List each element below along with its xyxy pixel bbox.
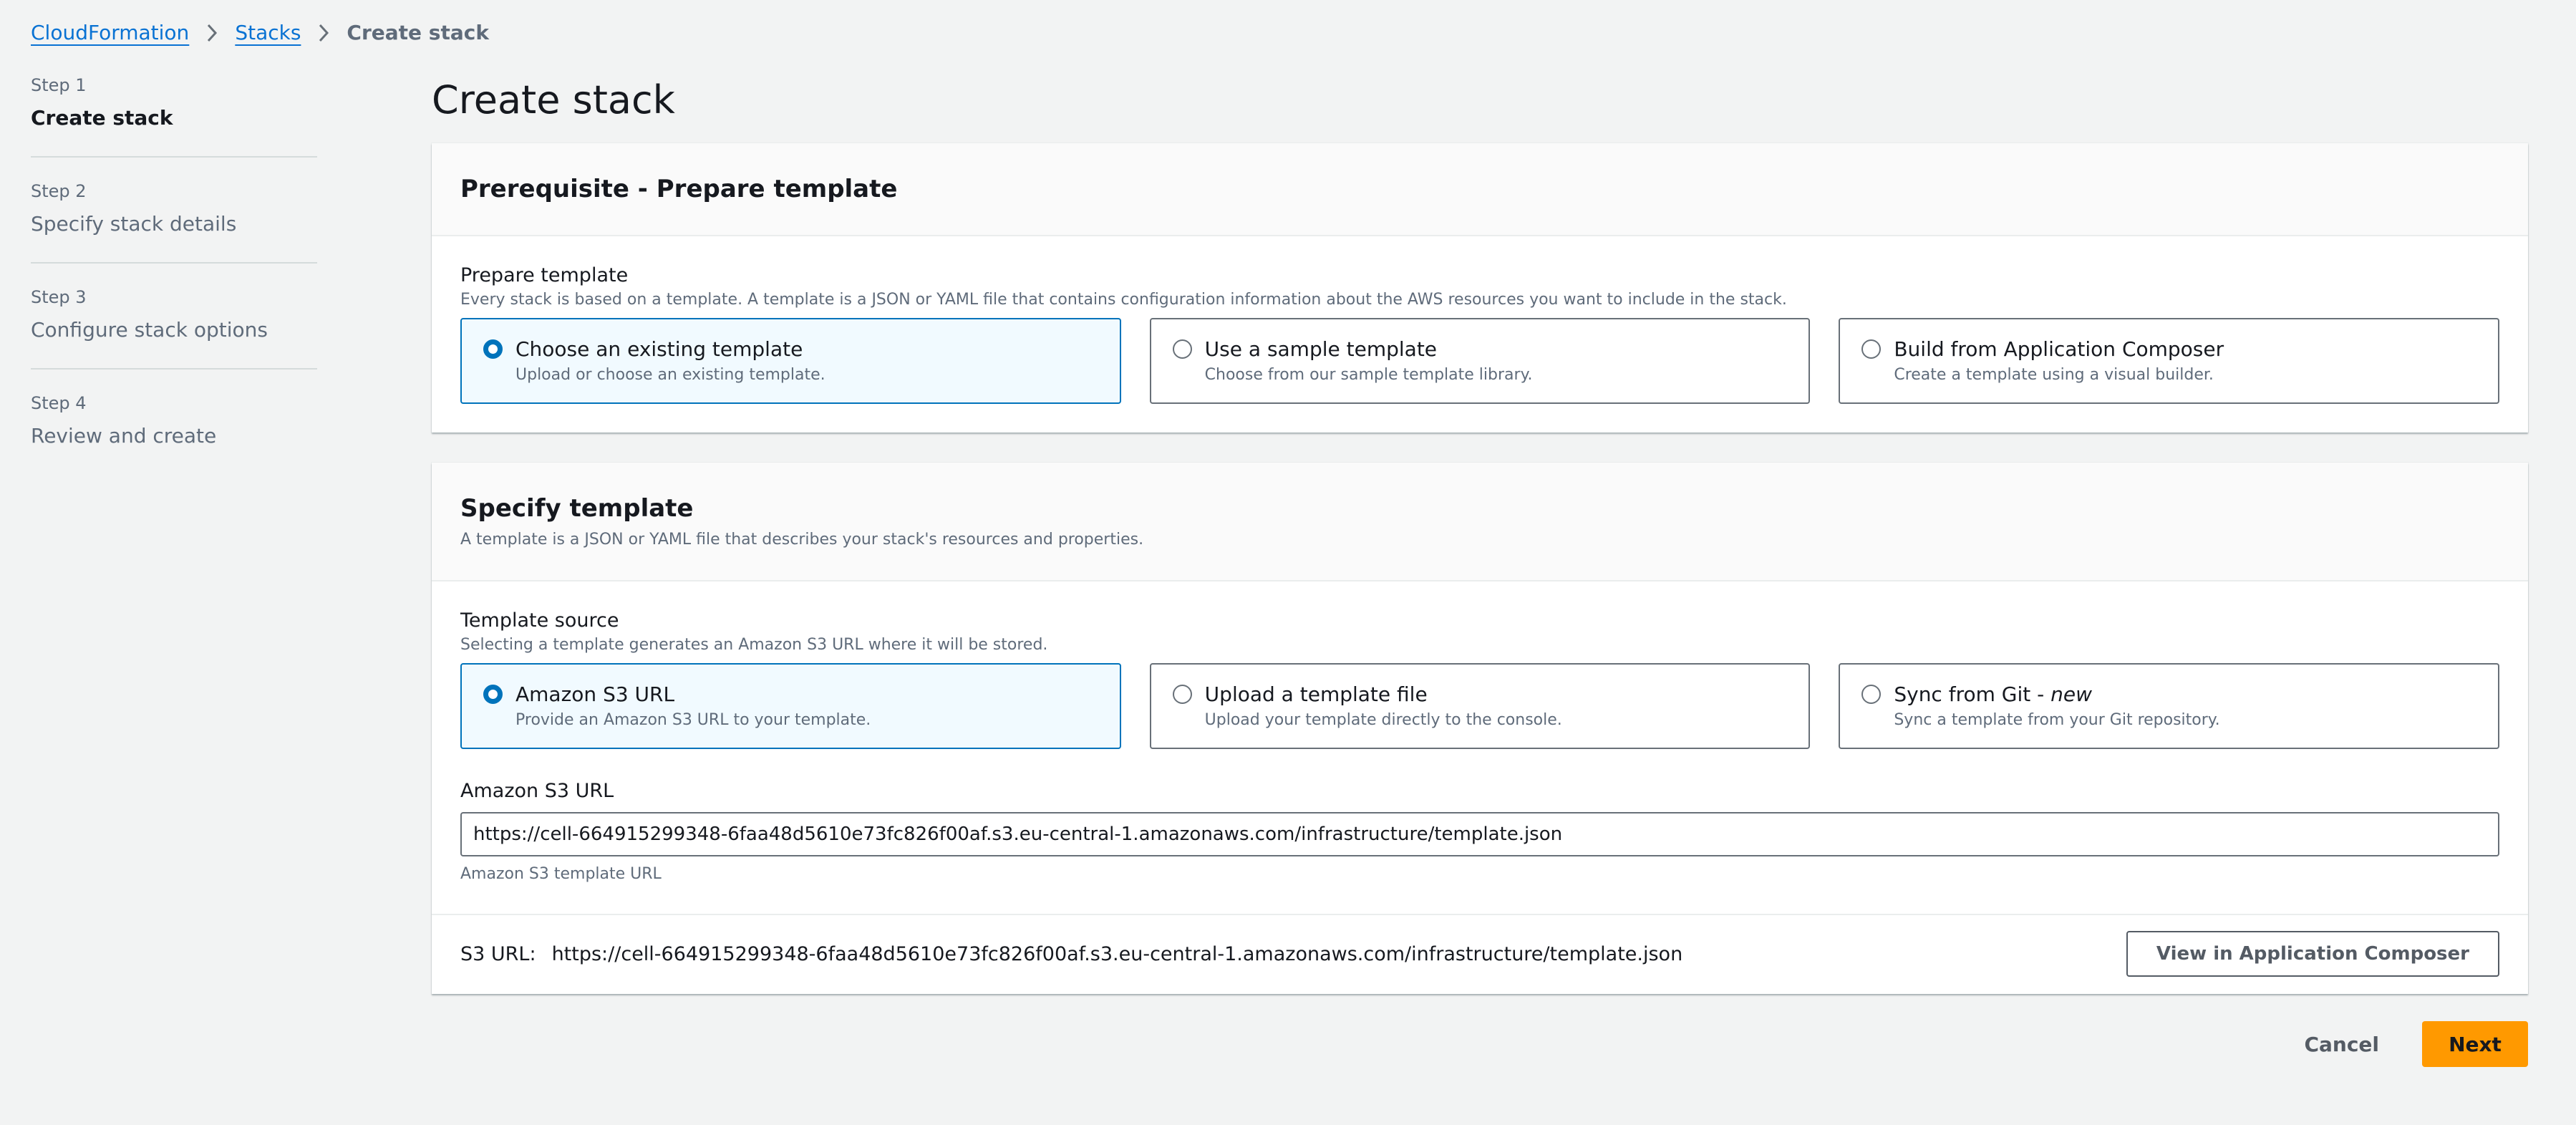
- option-amazon-s3-url[interactable]: Amazon S3 URL Provide an Amazon S3 URL t…: [460, 663, 1121, 749]
- next-button[interactable]: Next: [2422, 1021, 2528, 1067]
- option-application-composer[interactable]: Build from Application Composer Create a…: [1839, 318, 2500, 404]
- s3-url-value: https://cell-664915299348-6faa48d5610e73…: [551, 942, 1683, 965]
- breadcrumb-stacks[interactable]: Stacks: [235, 19, 301, 47]
- option-description: Upload or choose an existing template.: [515, 366, 825, 384]
- s3-url-display: S3 URL: https://cell-664915299348-6faa48d…: [460, 943, 1682, 965]
- option-title: Build from Application Composer: [1894, 337, 2224, 361]
- step-title: Create stack: [31, 106, 173, 130]
- step-2: Step 2 Specify stack details: [31, 179, 317, 264]
- radio-unselected-icon[interactable]: [1172, 339, 1192, 359]
- main-content: Create stack Prerequisite - Prepare temp…: [432, 72, 2528, 1067]
- panel-title: Prerequisite - Prepare template: [460, 175, 898, 203]
- panel-body: Template source Selecting a template gen…: [432, 581, 2528, 914]
- chevron-right-icon: [301, 23, 347, 43]
- prepare-template-options: Choose an existing template Upload or ch…: [460, 318, 2500, 404]
- option-title: Amazon S3 URL: [515, 682, 675, 706]
- breadcrumb-current: Create stack: [347, 21, 489, 44]
- option-description: Choose from our sample template library.: [1204, 366, 1533, 384]
- option-title: Sync from Git - new: [1894, 682, 2093, 706]
- step-1: Step 1 Create stack: [31, 73, 317, 158]
- option-description: Create a template using a visual builder…: [1894, 366, 2214, 384]
- panel-header: Prerequisite - Prepare template: [432, 143, 2528, 236]
- option-title: Choose an existing template: [515, 337, 803, 361]
- radio-unselected-icon[interactable]: [1172, 685, 1192, 704]
- option-existing-template[interactable]: Choose an existing template Upload or ch…: [460, 318, 1121, 404]
- step-title[interactable]: Review and create: [31, 421, 317, 451]
- step-number: Step 3: [31, 287, 87, 307]
- prepare-template-label: Prepare template: [460, 264, 629, 286]
- s3-url-hint: Amazon S3 template URL: [460, 865, 662, 883]
- option-title: Upload a template file: [1204, 682, 1428, 706]
- step-4: Step 4 Review and create: [31, 391, 317, 474]
- panel-footer: S3 URL: https://cell-664915299348-6faa48d…: [432, 914, 2528, 994]
- option-upload-template-file[interactable]: Upload a template file Upload your templ…: [1149, 663, 1811, 749]
- step-number: Step 1: [31, 75, 87, 95]
- option-sample-template[interactable]: Use a sample template Choose from our sa…: [1149, 318, 1811, 404]
- radio-selected-icon[interactable]: [483, 685, 503, 704]
- radio-selected-icon[interactable]: [483, 339, 503, 359]
- step-3: Step 3 Configure stack options: [31, 285, 317, 370]
- wizard-steps: Step 1 Create stack Step 2 Specify stack…: [31, 73, 317, 496]
- prerequisite-panel: Prerequisite - Prepare template Prepare …: [432, 143, 2528, 433]
- template-source-options: Amazon S3 URL Provide an Amazon S3 URL t…: [460, 663, 2500, 749]
- step-number: Step 4: [31, 393, 87, 413]
- step-title[interactable]: Specify stack details: [31, 209, 317, 239]
- breadcrumb: CloudFormation Stacks Create stack: [31, 19, 489, 47]
- page-title: Create stack: [432, 77, 675, 122]
- breadcrumb-cloudformation[interactable]: CloudFormation: [31, 19, 189, 47]
- s3-url-field: Amazon S3 URL Amazon S3 template URL: [460, 778, 2499, 885]
- option-description: Provide an Amazon S3 URL to your templat…: [515, 711, 871, 729]
- option-description: Sync a template from your Git repository…: [1894, 711, 2220, 729]
- template-source-description: Selecting a template generates an Amazon…: [460, 636, 1048, 654]
- new-badge: new: [2050, 682, 2093, 706]
- panel-header: Specify template A template is a JSON or…: [432, 463, 2528, 581]
- panel-title: Specify template: [460, 494, 694, 523]
- panel-description: A template is a JSON or YAML file that d…: [460, 531, 1144, 549]
- step-number: Step 2: [31, 181, 87, 201]
- specify-template-panel: Specify template A template is a JSON or…: [432, 463, 2528, 994]
- radio-unselected-icon[interactable]: [1861, 685, 1882, 704]
- option-sync-from-git[interactable]: Sync from Git - new Sync a template from…: [1839, 663, 2500, 749]
- step-title[interactable]: Configure stack options: [31, 315, 317, 345]
- view-in-application-composer-button[interactable]: View in Application Composer: [2126, 931, 2499, 977]
- s3-url-input[interactable]: [460, 812, 2499, 856]
- chevron-right-icon: [189, 23, 235, 43]
- template-source-label: Template source: [460, 609, 619, 632]
- radio-unselected-icon[interactable]: [1861, 339, 1882, 359]
- option-title: Use a sample template: [1204, 337, 1438, 361]
- wizard-actions: Cancel Next: [432, 1021, 2528, 1067]
- prepare-template-description: Every stack is based on a template. A te…: [460, 291, 1787, 309]
- s3-url-label: Amazon S3 URL: [460, 780, 614, 802]
- option-description: Upload your template directly to the con…: [1204, 711, 1562, 729]
- panel-body: Prepare template Every stack is based on…: [432, 236, 2528, 433]
- cancel-button[interactable]: Cancel: [2304, 1033, 2379, 1056]
- s3-url-prefix: S3 URL:: [460, 942, 536, 965]
